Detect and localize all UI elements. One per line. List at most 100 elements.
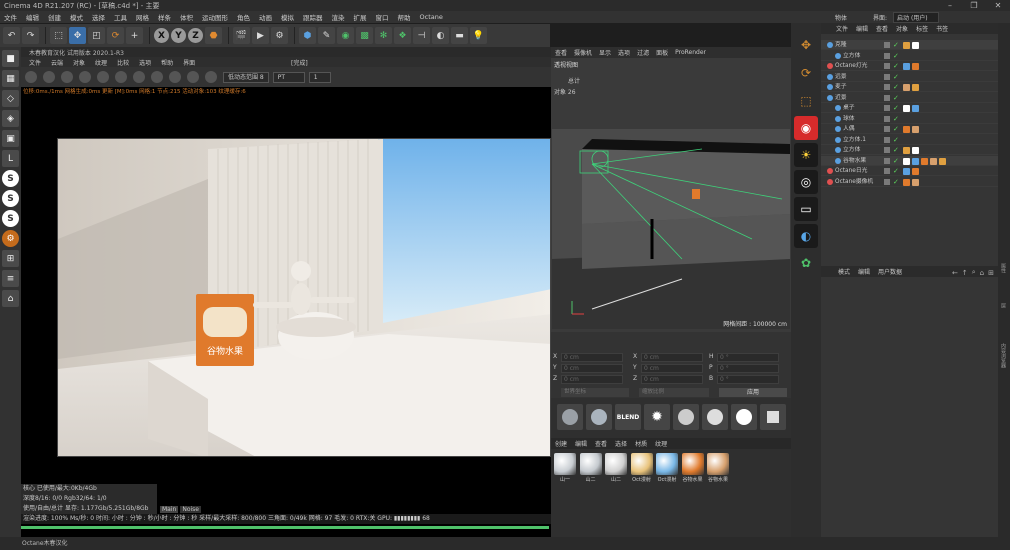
enabled-check-icon[interactable]: ✓ [893,156,899,166]
menu-item[interactable]: 窗口 [376,12,389,22]
material-swatch[interactable]: 山一 [553,453,577,483]
material-tag-icon[interactable] [912,42,919,49]
live-viewer-menu-item[interactable]: 纹理 [95,58,107,67]
material-tag-icon[interactable] [939,157,946,165]
material-tag-icon[interactable] [903,84,910,91]
menu-item[interactable]: 渲染 [332,12,345,22]
color-picker-icon[interactable] [133,71,145,83]
visibility-toggle[interactable] [884,84,890,90]
octane-arealight-icon[interactable]: ▭ [794,197,818,221]
octane-composite-icon[interactable]: ✹ [644,404,670,430]
visibility-toggle[interactable] [884,178,890,185]
material-tag-icon[interactable] [912,157,919,165]
move-tool-icon[interactable]: ✥ [794,33,818,57]
material-tag-icon[interactable] [912,168,919,175]
visibility-toggle[interactable] [884,147,890,153]
rotate-icon[interactable]: ⟳ [107,27,124,44]
tab-noise[interactable]: Noise [180,505,201,513]
select-tool-icon[interactable]: ⬚ [794,89,818,113]
enabled-check-icon[interactable]: ✓ [893,51,899,61]
coord-field[interactable]: 0 cm [641,353,703,362]
attribute-menu-item[interactable]: 编辑 [858,267,870,276]
rotate-tool-icon[interactable]: ⟳ [794,61,818,85]
mograph-icon[interactable]: ❖ [394,27,411,44]
material-tag-icon[interactable] [903,168,910,175]
menu-item[interactable]: 角色 [237,12,250,22]
enabled-check-icon[interactable]: ✓ [893,103,899,113]
material-menu-item[interactable]: 材质 [635,439,647,448]
side-tab[interactable]: 属性 [1000,263,1007,273]
coord-field[interactable]: 0 cm [641,375,703,384]
material-tag-icon[interactable] [903,42,910,49]
material-swatch[interactable]: 谷物水果 [706,453,730,483]
octane-metallic-icon[interactable] [702,404,728,430]
object-manager-menu-item[interactable]: 标签 [916,24,928,33]
cube-outline-icon[interactable]: ◇ [2,90,19,107]
object-manager-menu-item[interactable]: 编辑 [856,24,868,33]
recent-tool-icon[interactable]: + [126,27,143,44]
coord-field[interactable]: 0 cm [561,364,623,373]
menu-item[interactable]: 体积 [180,12,193,22]
move-icon[interactable]: ✥ [69,27,86,44]
material-tag-icon[interactable] [903,126,910,133]
object-row[interactable]: 谷物水果 ✓ [821,155,998,166]
cloner-icon[interactable]: ✻ [375,27,392,44]
material-tag-icon[interactable] [903,157,910,165]
viewport-menu-item[interactable]: ProRender [675,49,706,56]
search-icon[interactable]: ⌕ [972,268,976,277]
enabled-check-icon[interactable]: ✓ [893,82,899,92]
snap-s-icon[interactable]: S [2,170,19,187]
object-row[interactable]: Octane日光 ✓ [821,166,998,176]
material-swatch[interactable]: 谷物水果 [681,453,705,483]
enabled-check-icon[interactable]: ✓ [893,114,899,124]
object-manager-menu-item[interactable]: 文件 [836,24,848,33]
viewport-menu-item[interactable]: 摄像机 [574,48,592,57]
octane-hdri-icon[interactable]: ◐ [794,224,818,248]
y-axis-button[interactable]: Y [171,28,186,43]
light-icon[interactable]: 💡 [470,27,487,44]
side-tab[interactable]: 内容浏览器 [1000,343,1007,368]
gear-icon[interactable]: ⚙ [2,230,19,247]
enabled-check-icon[interactable]: ✓ [893,40,899,50]
visibility-toggle[interactable] [884,105,890,111]
viewport-menu-item[interactable]: 面板 [656,48,668,57]
coord-system-dropdown[interactable]: 世界坐标 [561,388,629,397]
object-manager-menu-item[interactable]: 对象 [896,24,908,33]
enabled-check-icon[interactable]: ✓ [893,61,899,71]
material-tag-icon[interactable] [930,157,937,165]
menu-item[interactable]: 动画 [259,12,272,22]
lock-icon[interactable]: ⌂ [980,269,984,277]
material-swatch[interactable]: 山二 [579,453,603,483]
octane-mix-icon[interactable]: BLEND [615,404,641,430]
material-tag-icon[interactable] [912,63,919,70]
material-tag-icon[interactable] [912,126,919,133]
visibility-toggle[interactable] [884,126,890,132]
coord-field[interactable]: 0 ° [717,375,779,384]
coord-field[interactable]: 0 cm [561,375,623,384]
layout-dropdown[interactable]: 启动 (用户) [893,11,939,23]
menu-item[interactable]: 工具 [114,12,127,22]
material-menu-item[interactable]: 编辑 [575,439,587,448]
viewport-menu-item[interactable]: 查看 [555,48,567,57]
menu-item[interactable]: 编辑 [26,12,39,22]
refresh-icon[interactable] [43,71,55,83]
menu-item[interactable]: 跟踪器 [303,12,323,22]
viewport-menu-item[interactable]: 过滤 [637,48,649,57]
cube-primitive-icon[interactable]: ⬢ [299,27,316,44]
coordinate-system-icon[interactable]: ⬣ [205,27,222,44]
octane-scatter-icon[interactable]: ✿ [794,251,818,275]
live-viewer-menu-item[interactable]: 界面 [183,58,195,67]
material-tag-icon[interactable] [903,178,910,186]
object-row[interactable]: Octane摄像机 ✓ [821,177,998,187]
visibility-toggle[interactable] [884,157,890,164]
z-axis-button[interactable]: Z [188,28,203,43]
minimize-icon[interactable]: – [938,0,962,11]
coord-field[interactable]: 0 ° [717,364,779,373]
cube-icon[interactable]: ■ [2,50,19,67]
visibility-toggle[interactable] [884,73,890,80]
coord-field[interactable]: 0 cm [561,353,623,362]
subsample-icon[interactable] [187,71,199,83]
octane-daylight-icon[interactable]: ☀ [794,143,818,167]
cube-faces-icon[interactable]: ▣ [2,130,19,147]
menu-item[interactable]: 模式 [70,12,83,22]
